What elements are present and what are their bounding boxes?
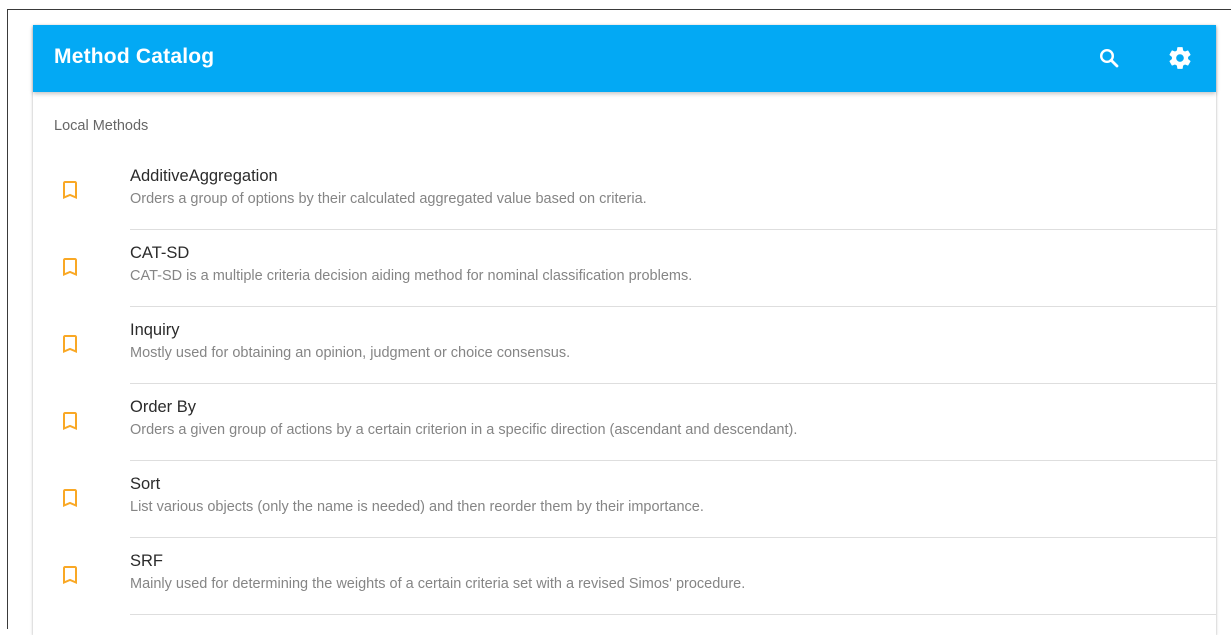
method-description: Mostly used for obtaining an opinion, ju… [130,345,571,361]
method-name: Inquiry [130,321,180,339]
list-item[interactable]: AdditiveAggregation Orders a group of op… [33,153,1216,230]
method-description: Orders a group of options by their calcu… [130,191,647,207]
divider [130,614,1216,615]
bookmark-icon [63,258,77,276]
method-name: CAT-SD [130,244,190,262]
method-description: CAT-SD is a multiple criteria decision a… [130,268,693,284]
bookmark-icon [63,489,77,507]
method-list: AdditiveAggregation Orders a group of op… [33,153,1216,615]
list-item[interactable]: Sort List various objects (only the name… [33,461,1216,538]
bookmark-icon [63,412,77,430]
bookmark-icon [63,566,77,584]
method-name: Order By [130,398,197,416]
page-title: Method Catalog [54,45,215,68]
list-subheader: Local Methods [54,118,149,134]
list-item[interactable]: SRF Mainly used for determining the weig… [33,538,1216,615]
list-item[interactable]: Inquiry Mostly used for obtaining an opi… [33,307,1216,384]
method-description: List various objects (only the name is n… [130,499,704,515]
list-item[interactable]: Order By Orders a given group of actions… [33,384,1216,461]
settings-button[interactable] [1163,41,1197,75]
bookmark-icon [63,335,77,353]
search-button[interactable] [1092,41,1126,75]
method-name: SRF [130,552,163,570]
bookmark-icon [63,181,77,199]
method-name: Sort [130,475,161,493]
app-toolbar: Method Catalog [33,25,1216,92]
method-description: Mainly used for determining the weights … [130,576,746,592]
method-name: AdditiveAggregation [130,167,278,185]
method-description: Orders a given group of actions by a cer… [130,422,798,438]
list-item[interactable]: CAT-SD CAT-SD is a multiple criteria dec… [33,230,1216,307]
method-catalog-card: Method Catalog Local Methods AdditiveAgg… [33,25,1216,635]
search-icon [1099,48,1119,68]
gear-icon [1169,47,1191,69]
